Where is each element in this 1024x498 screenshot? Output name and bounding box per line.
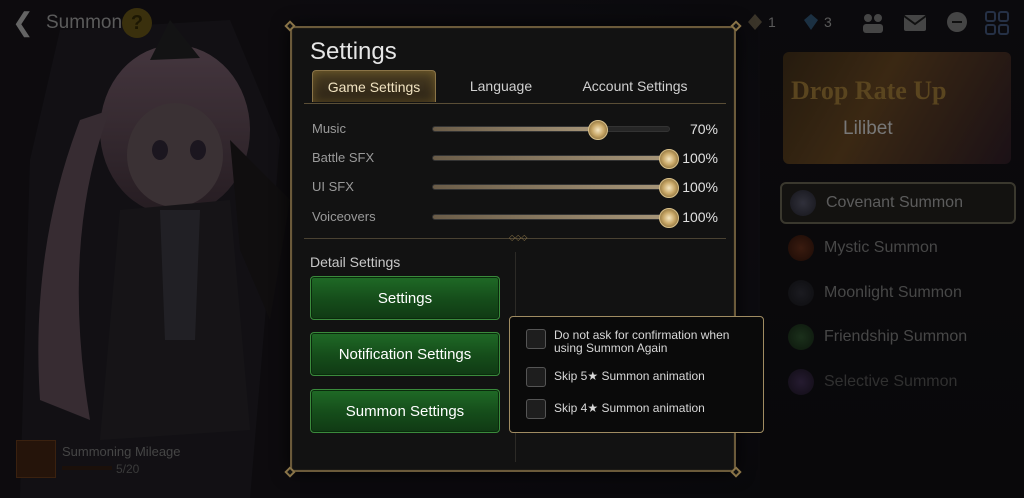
slider-fill: [433, 215, 669, 219]
slider-track[interactable]: [432, 208, 679, 228]
slider-value: 100%: [682, 209, 718, 225]
checkbox[interactable]: [526, 399, 546, 419]
slider-label: Battle SFX: [312, 150, 375, 165]
divider-ornament: ◇◇◇: [509, 233, 528, 242]
settings-button[interactable]: Settings: [310, 276, 500, 320]
slider-label: UI SFX: [312, 179, 354, 194]
tab-game-settings[interactable]: Game Settings: [312, 70, 436, 102]
tab-language[interactable]: Language: [444, 70, 558, 102]
slider-value: 70%: [689, 121, 718, 137]
slider-knob[interactable]: [659, 208, 679, 228]
option-skip-4-star-animation[interactable]: Skip 4★ Summon animation: [526, 399, 754, 419]
slider-knob[interactable]: [659, 149, 679, 169]
settings-tabs: Game Settings Language Account Settings: [304, 68, 726, 104]
detail-settings-label: Detail Settings: [310, 254, 401, 270]
slider-music: Music 70%: [312, 117, 718, 141]
checkbox[interactable]: [526, 367, 546, 387]
option-label: Skip 4★ Summon animation: [554, 401, 705, 415]
option-skip-5-star-animation[interactable]: Skip 5★ Summon animation: [526, 367, 754, 387]
slider-label: Voiceovers: [312, 209, 376, 224]
slider-track[interactable]: [432, 149, 679, 169]
notification-settings-button[interactable]: Notification Settings: [310, 332, 500, 376]
section-divider: ◇◇◇: [304, 234, 726, 242]
slider-value: 100%: [682, 179, 718, 195]
slider-fill: [433, 156, 669, 160]
option-no-confirm-summon-again[interactable]: Do not ask for confirmation when using S…: [526, 329, 754, 355]
modal-title: Settings: [310, 38, 397, 65]
slider-fill: [433, 185, 669, 189]
slider-ui-sfx: UI SFX 100%: [312, 175, 718, 199]
slider-label: Music: [312, 121, 346, 136]
slider-track[interactable]: [432, 178, 679, 198]
option-label: Skip 5★ Summon animation: [554, 369, 705, 383]
summon-settings-popup: Do not ask for confirmation when using S…: [509, 316, 764, 433]
summon-settings-button[interactable]: Summon Settings: [310, 389, 500, 433]
slider-fill: [433, 127, 599, 131]
option-label: Do not ask for confirmation when using S…: [554, 328, 730, 355]
tab-account-settings[interactable]: Account Settings: [560, 70, 710, 102]
slider-knob[interactable]: [588, 120, 609, 140]
slider-knob[interactable]: [659, 178, 679, 198]
slider-value: 100%: [682, 150, 718, 166]
slider-battle-sfx: Battle SFX 100%: [312, 146, 718, 170]
slider-voiceovers: Voiceovers 100%: [312, 205, 718, 229]
checkbox[interactable]: [526, 329, 546, 349]
slider-track[interactable]: [432, 120, 670, 140]
